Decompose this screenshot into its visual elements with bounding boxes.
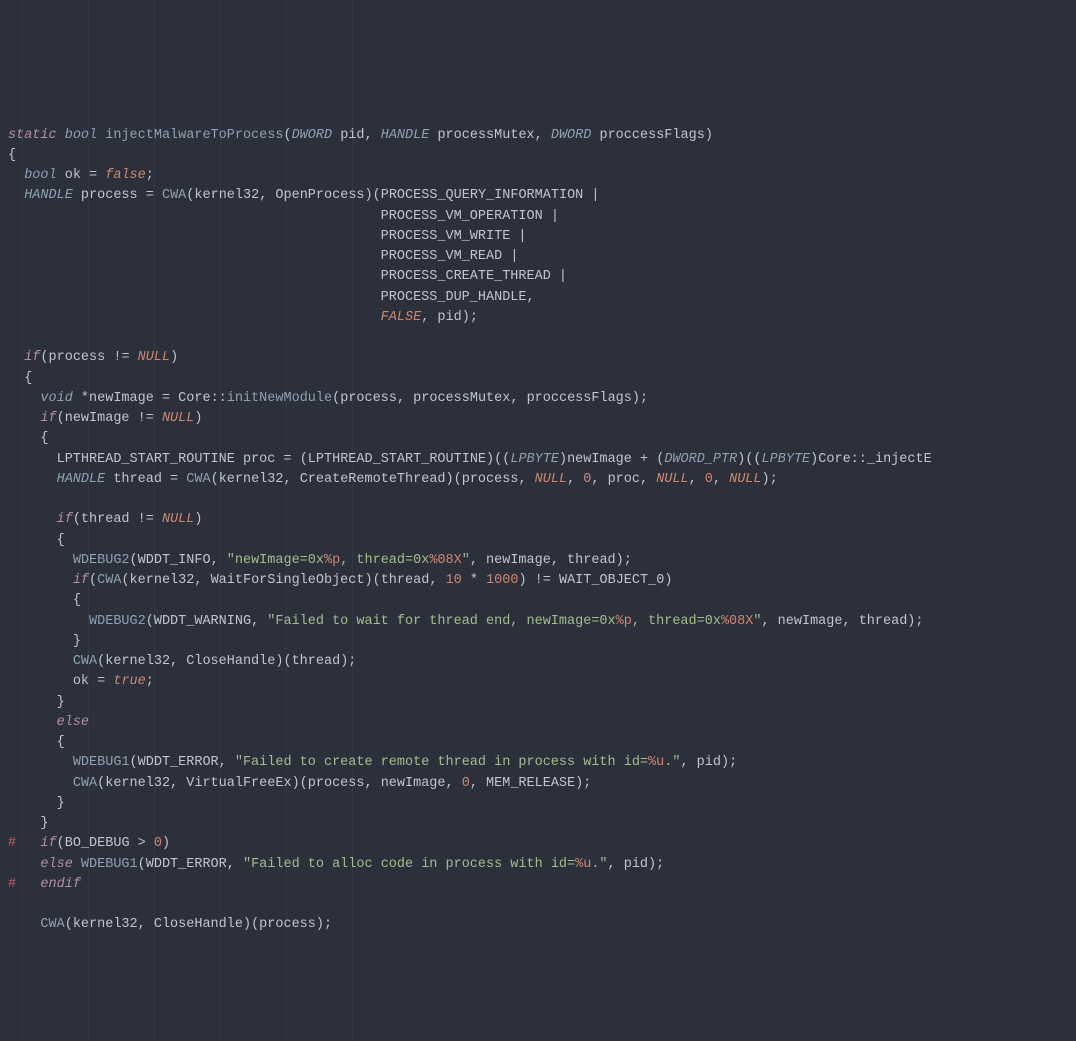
type-handle: HANDLE [381,128,430,143]
type-bool: bool [65,128,97,143]
code-editor[interactable]: static bool injectMalwareToProcess(DWORD… [8,126,1068,936]
kw-static: static [8,128,57,143]
type-dword: DWORD [292,128,333,143]
preproc-hash: # [8,836,16,851]
func-name: injectMalwareToProcess [105,128,283,143]
